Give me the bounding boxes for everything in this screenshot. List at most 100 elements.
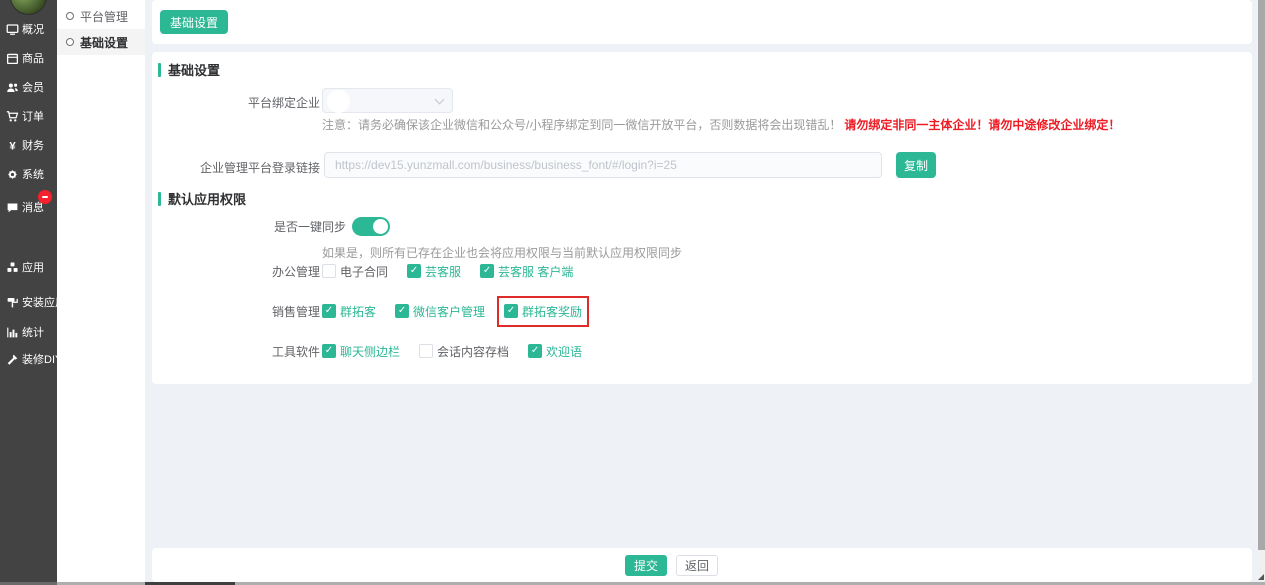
submenu-item-label: 平台管理 [80, 9, 129, 24]
checkbox-label: 电子合同 [340, 264, 389, 279]
bind-company-label: 平台绑定企业 [247, 96, 320, 110]
sidebar-item-apps[interactable]: 应用 [0, 258, 57, 276]
members-icon [7, 83, 18, 92]
login-link-input[interactable] [324, 152, 882, 178]
section-bar-icon [158, 191, 161, 206]
checkbox-checked-icon: ✓ [322, 304, 336, 318]
sidebar-item-label: 概况 [22, 24, 44, 36]
bind-company-note: 注意：请务必确保该企业微信和公众号/小程序绑定到同一微信开放平台，否则数据将会出… [322, 116, 1120, 133]
checkbox-checked-icon: ✓ [395, 304, 410, 318]
checkbox-label: 群拓客 [340, 304, 377, 319]
sync-help-text: 如果是，则所有已存在企业也会将应用权限与当前默认应用权限同步 [322, 246, 683, 260]
checkbox-群拓客[interactable]: ✓ 群拓客 [322, 303, 376, 320]
company-logo-placeholder [327, 90, 350, 113]
toggle-knob [373, 219, 388, 234]
checkbox-电子合同[interactable]: 电子合同 [322, 263, 388, 280]
radio-circle-icon [66, 38, 74, 46]
checkbox-微信客户管理[interactable]: ✓ 微信客户管理 [395, 303, 485, 320]
checkbox-会话内容存档[interactable]: 会话内容存档 [419, 343, 509, 360]
sidebar-item-stats[interactable]: 统计 [0, 323, 57, 341]
checkbox-欢迎语[interactable]: ✓ 欢迎语 [528, 343, 582, 360]
settings-submenu: 平台管理 基础设置 [57, 0, 145, 582]
sidebar-item-decorate-diy[interactable]: 装修DIY [0, 350, 62, 368]
sidebar-item-label: 应用 [22, 262, 44, 274]
checkbox-checked-icon: ✓ [480, 264, 495, 278]
submenu-item-basic-settings[interactable]: 基础设置 [57, 29, 145, 55]
sidebar-item-label: 系统 [22, 169, 44, 181]
permission-group-label: 办公管理 [271, 264, 320, 279]
sidebar-item-label: 统计 [22, 327, 44, 339]
overview-icon [6, 23, 19, 35]
checkbox-label: 聊天侧边栏 [340, 344, 401, 359]
tab-bar-card: 基础设置 [152, 0, 1252, 44]
checkbox-label: 芸客服 [425, 264, 462, 279]
vertical-scrollbar-thumb[interactable] [1258, 0, 1265, 550]
note-gray-text: 注意：请务必确保该企业微信和公众号/小程序绑定到同一微信开放平台，否则数据将会出… [322, 118, 842, 132]
bar-chart-icon [7, 327, 18, 337]
sidebar-item-label: 会员 [22, 82, 44, 94]
sidebar-item-goods[interactable]: 商品 [0, 49, 57, 67]
sync-label: 是否一键同步 [273, 220, 346, 234]
checkbox-unchecked-icon [419, 344, 434, 358]
radio-circle-icon [66, 12, 74, 20]
settings-form-card: 基础设置 平台绑定企业 注意：请务必确保该企业微信和公众号/小程序绑定到同一微信… [152, 52, 1252, 384]
checkbox-label: 群拓客奖励 [522, 304, 583, 319]
checkbox-label: 微信客户管理 [413, 304, 486, 319]
checkbox-unchecked-icon [322, 264, 336, 278]
back-button[interactable]: 返回 [676, 555, 718, 576]
sidebar-item-overview[interactable]: 概况 [0, 20, 57, 38]
sync-toggle-on[interactable] [352, 217, 390, 236]
checkbox-芸客服 客户端[interactable]: ✓ 芸客服 客户端 [480, 263, 573, 280]
checkbox-label: 芸客服 客户端 [498, 264, 574, 279]
checkbox-checked-icon: ✓ [528, 344, 543, 358]
sidebar-item-label: 财务 [22, 140, 44, 152]
chat-icon [7, 202, 18, 212]
copy-button[interactable]: 复制 [896, 152, 936, 178]
main-sidebar: 概况商品会员订单 ¥ 财务系统消息应用安装应用统计装修DIY [0, 0, 66, 582]
svg-text:¥: ¥ [9, 140, 16, 151]
submenu-item-platform-manage[interactable]: 平台管理 [57, 3, 145, 29]
permission-row: 办公管理 电子合同 ✓ 芸客服 ✓ 芸客服 客户端 [152, 260, 1052, 282]
section-bar-icon [158, 62, 161, 77]
sidebar-item-members[interactable]: 会员 [0, 78, 57, 96]
goods-icon [6, 53, 19, 64]
hammer-icon [7, 353, 18, 365]
section-header-basic: 基础设置 [158, 60, 220, 79]
permission-options: ✓ 群拓客 ✓ 微信客户管理 ✓ 群拓客奖励 [322, 295, 590, 327]
checkbox-群拓客奖励[interactable]: ✓ 群拓客奖励 [497, 295, 590, 327]
sidebar-item-install-app[interactable]: 安装应用 [0, 293, 66, 311]
tab-basic-settings[interactable]: 基础设置 [160, 10, 229, 34]
sidebar-item-label: 订单 [22, 111, 44, 123]
yen-icon: ¥ [9, 140, 16, 151]
sidebar-item-orders[interactable]: 订单 [0, 107, 57, 125]
checkbox-聊天侧边栏[interactable]: ✓ 聊天侧边栏 [322, 343, 400, 360]
sidebar-item-system[interactable]: 系统 [0, 165, 57, 183]
submenu-item-label: 基础设置 [80, 35, 129, 50]
permission-row: 工具软件 ✓ 聊天侧边栏 会话内容存档 ✓ 欢迎语 [152, 340, 1052, 362]
checkbox-checked-icon: ✓ [504, 304, 519, 318]
submit-button[interactable]: 提交 [625, 555, 667, 576]
bind-company-select[interactable] [322, 88, 453, 113]
sidebar-item-finance[interactable]: ¥ 财务 [0, 136, 57, 154]
section-header-default-permissions: 默认应用权限 [158, 189, 246, 208]
sidebar-item-messages[interactable]: 消息 [0, 190, 57, 216]
cart-icon [6, 110, 19, 122]
note-red-text: 请勿绑定非同一主体企业！请勿中途修改企业绑定！ [844, 118, 1121, 132]
roller-icon [7, 297, 18, 307]
checkbox-checked-icon: ✓ [322, 344, 336, 358]
permission-group-label: 销售管理 [271, 304, 320, 319]
permission-options: ✓ 聊天侧边栏 会话内容存档 ✓ 欢迎语 [322, 343, 582, 360]
unread-badge [38, 190, 52, 204]
section-title: 默认应用权限 [168, 192, 247, 207]
page: 概况商品会员订单 ¥ 财务系统消息应用安装应用统计装修DIY 平台管理 基础设置 基… [0, 0, 1265, 585]
checkbox-checked-icon: ✓ [407, 264, 422, 278]
avatar[interactable] [10, 0, 47, 15]
checkbox-label: 欢迎语 [546, 344, 583, 359]
permission-group-label: 工具软件 [271, 344, 320, 359]
apps-icon [7, 261, 18, 272]
sidebar-item-label: 商品 [22, 53, 44, 65]
footer-actions-card: 提交 返回 [152, 548, 1252, 582]
checkbox-label: 会话内容存档 [437, 344, 510, 359]
section-title: 基础设置 [168, 63, 221, 78]
checkbox-芸客服[interactable]: ✓ 芸客服 [407, 263, 461, 280]
